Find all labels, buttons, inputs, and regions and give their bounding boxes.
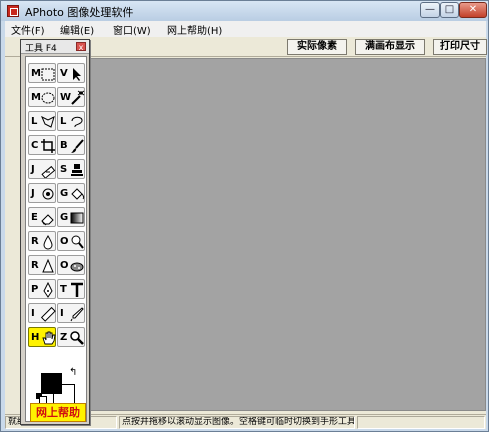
- maximize-button[interactable]: □: [440, 2, 459, 18]
- hand-icon: [42, 331, 56, 345]
- tool-shortcut-key: L: [31, 116, 38, 127]
- tool-shortcut-key: O: [60, 260, 69, 271]
- minimize-button[interactable]: —: [420, 2, 440, 18]
- tool-lasso-button[interactable]: L: [57, 111, 85, 131]
- ruler-icon: [40, 306, 56, 322]
- tool-shortcut-key: P: [31, 284, 39, 295]
- crop-icon: [41, 139, 55, 153]
- menu-file[interactable]: 文件(F): [11, 22, 45, 37]
- healing-brush-icon: [41, 165, 56, 178]
- online-help-button[interactable]: 网上帮助: [30, 403, 86, 422]
- tool-dodge-button[interactable]: O: [57, 231, 85, 251]
- tool-shortcut-key: E: [31, 212, 38, 223]
- tool-magic-wand-button[interactable]: W: [57, 87, 85, 107]
- eyedropper-icon: [70, 307, 84, 322]
- rect-marquee-icon: [41, 68, 55, 81]
- tool-shortcut-key: I: [60, 308, 64, 319]
- pen-icon: [43, 282, 53, 298]
- title-bar[interactable]: APhoto 图像处理软件 — □ ✕: [1, 1, 488, 21]
- window-title: APhoto 图像处理软件: [25, 6, 134, 19]
- tool-shortcut-key: Z: [60, 332, 68, 343]
- eraser-icon: [41, 214, 54, 226]
- tool-rect-marquee-button[interactable]: M: [28, 63, 56, 83]
- tool-pen-button[interactable]: P: [28, 279, 56, 299]
- tool-shortcut-key: H: [31, 332, 40, 343]
- polygon-lasso-icon: [41, 115, 55, 128]
- paint-bucket-icon: [71, 188, 85, 200]
- tool-crop-button[interactable]: C: [28, 135, 56, 155]
- tool-shortcut-key: I: [31, 308, 35, 319]
- tool-clone-stamp-button[interactable]: S: [57, 159, 85, 179]
- tool-shortcut-key: G: [60, 212, 69, 223]
- menu-bar: 文件(F) 编辑(E) 窗口(W) 网上帮助(H): [5, 21, 486, 37]
- brush-icon: [71, 139, 84, 153]
- menu-window[interactable]: 窗口(W): [113, 22, 151, 37]
- clone-stamp-icon: [71, 164, 83, 176]
- image-canvas[interactable]: [89, 58, 486, 411]
- tool-zoom-button[interactable]: Z: [57, 327, 85, 347]
- default-colors-icon[interactable]: [36, 393, 47, 404]
- tool-ellipse-marquee-button[interactable]: M: [28, 87, 56, 107]
- palette-close-button[interactable]: x: [76, 42, 86, 52]
- lasso-icon: [71, 116, 83, 128]
- tool-shortcut-key: S: [60, 164, 68, 175]
- menu-help[interactable]: 网上帮助(H): [167, 22, 222, 37]
- tool-gradient-button[interactable]: G: [57, 207, 85, 227]
- tool-text-button[interactable]: T: [57, 279, 85, 299]
- tool-shortcut-key: O: [60, 236, 69, 247]
- tool-shortcut-key: J: [31, 188, 35, 199]
- print-size-button[interactable]: 打印尺寸: [433, 39, 487, 55]
- tool-palette: 工具 F4 x ↰ 网上帮助 MVMWLLCBJSJGEGROROPTIIHZ: [20, 39, 90, 425]
- tool-brush-button[interactable]: B: [57, 135, 85, 155]
- tool-shortcut-key: V: [60, 68, 68, 79]
- move-icon: [73, 68, 81, 81]
- status-hint: 点按并拖移以滚动显示图像。空格键可临时切换到手形工具。: [119, 416, 355, 429]
- tool-shortcut-key: R: [31, 236, 39, 247]
- magic-wand-icon: [71, 90, 85, 105]
- ellipse-marquee-icon: [41, 92, 55, 104]
- palette-title: 工具 F4: [25, 44, 57, 54]
- spot-healing-icon: [42, 188, 54, 200]
- tool-hand-button[interactable]: H: [28, 327, 56, 347]
- app-logo-icon: [7, 5, 19, 17]
- tool-paint-bucket-button[interactable]: G: [57, 183, 85, 203]
- text-icon: [71, 282, 83, 297]
- tool-blur-button[interactable]: R: [28, 231, 56, 251]
- tool-shortcut-key: T: [60, 284, 67, 295]
- tool-polygon-lasso-button[interactable]: L: [28, 111, 56, 131]
- sponge-icon: [70, 262, 84, 272]
- tool-shortcut-key: G: [60, 188, 69, 199]
- foreground-color-swatch[interactable]: [41, 373, 62, 394]
- tool-shortcut-key: L: [60, 116, 67, 127]
- dodge-icon: [71, 235, 84, 249]
- tool-eraser-button[interactable]: E: [28, 207, 56, 227]
- tool-shortcut-key: B: [60, 140, 68, 151]
- tool-grid: ↰ 网上帮助 MVMWLLCBJSJGEGROROPTIIHZ: [25, 56, 87, 422]
- close-button[interactable]: ✕: [459, 2, 487, 18]
- tool-sponge-button[interactable]: O: [57, 255, 85, 275]
- tool-shortcut-key: R: [31, 260, 39, 271]
- tool-sharpen-button[interactable]: R: [28, 255, 56, 275]
- tool-spot-healing-button[interactable]: J: [28, 183, 56, 203]
- zoom-icon: [70, 331, 84, 345]
- tool-healing-brush-button[interactable]: J: [28, 159, 56, 179]
- gradient-icon: [70, 212, 84, 224]
- tool-move-button[interactable]: V: [57, 63, 85, 83]
- tool-shortcut-key: C: [31, 140, 39, 151]
- actual-pixels-button[interactable]: 实际像素: [287, 39, 347, 55]
- palette-title-bar[interactable]: 工具 F4 x: [21, 40, 89, 54]
- tool-shortcut-key: J: [31, 164, 35, 175]
- tool-eyedropper-button[interactable]: I: [57, 303, 85, 323]
- blur-icon: [43, 235, 53, 250]
- sharpen-icon: [42, 258, 54, 273]
- menu-edit[interactable]: 编辑(E): [60, 22, 94, 37]
- swap-colors-icon[interactable]: ↰: [69, 367, 77, 378]
- tool-ruler-button[interactable]: I: [28, 303, 56, 323]
- app-window: APhoto 图像处理软件 — □ ✕ 文件(F) 编辑(E) 窗口(W) 网上…: [0, 0, 489, 432]
- status-right: [357, 416, 485, 429]
- fill-canvas-button[interactable]: 满画布显示: [355, 39, 425, 55]
